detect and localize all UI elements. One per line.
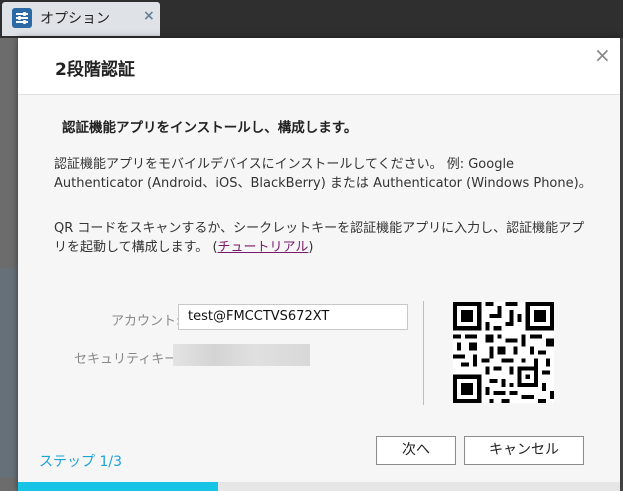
- step-heading: 認証機能アプリをインストールし、構成します。: [62, 120, 358, 136]
- step-indicator: ステップ 1/3: [39, 454, 122, 470]
- tab-options[interactable]: オプション ×: [2, 2, 160, 36]
- window-tab-bar: オプション ×: [0, 0, 623, 38]
- tutorial-link[interactable]: チュートリアル: [218, 240, 309, 255]
- background-window: [0, 38, 18, 491]
- install-instructions: 認証機能アプリをモバイルデバイスにインストールしてください。 例: Google…: [54, 157, 592, 191]
- account-label: アカウント:: [111, 314, 181, 329]
- account-field[interactable]: test@FMCCTVS672XT: [178, 304, 408, 330]
- next-button[interactable]: 次へ: [376, 436, 456, 465]
- sliders-icon: [12, 8, 32, 28]
- dialog-header: 2段階認証 ×: [18, 38, 620, 95]
- dialog-title: 2段階認証: [55, 60, 135, 80]
- security-key-value-redacted: [173, 344, 310, 366]
- scan-instructions: QR コードをスキャンするか、シークレットキーを認証機能アプリに入力し、認証機能…: [54, 219, 594, 257]
- cancel-button[interactable]: キャンセル: [464, 436, 584, 465]
- scan-instructions-end: ): [308, 240, 314, 255]
- tab-title: オプション: [40, 11, 110, 27]
- progress-bar: [18, 482, 620, 491]
- security-key-label: セキュリティキー:: [74, 352, 182, 367]
- close-icon[interactable]: ×: [594, 43, 611, 67]
- progress-fill: [18, 482, 219, 491]
- qr-code: [453, 302, 554, 403]
- tab-close-icon[interactable]: ×: [143, 8, 155, 24]
- divider: [423, 301, 424, 405]
- scan-instructions-text: QR コードをスキャンするか、シークレットキーを認証機能アプリに入力し、認証機能…: [54, 221, 585, 255]
- two-factor-dialog: 2段階認証 × 認証機能アプリをインストールし、構成します。 認証機能アプリをモ…: [18, 38, 620, 491]
